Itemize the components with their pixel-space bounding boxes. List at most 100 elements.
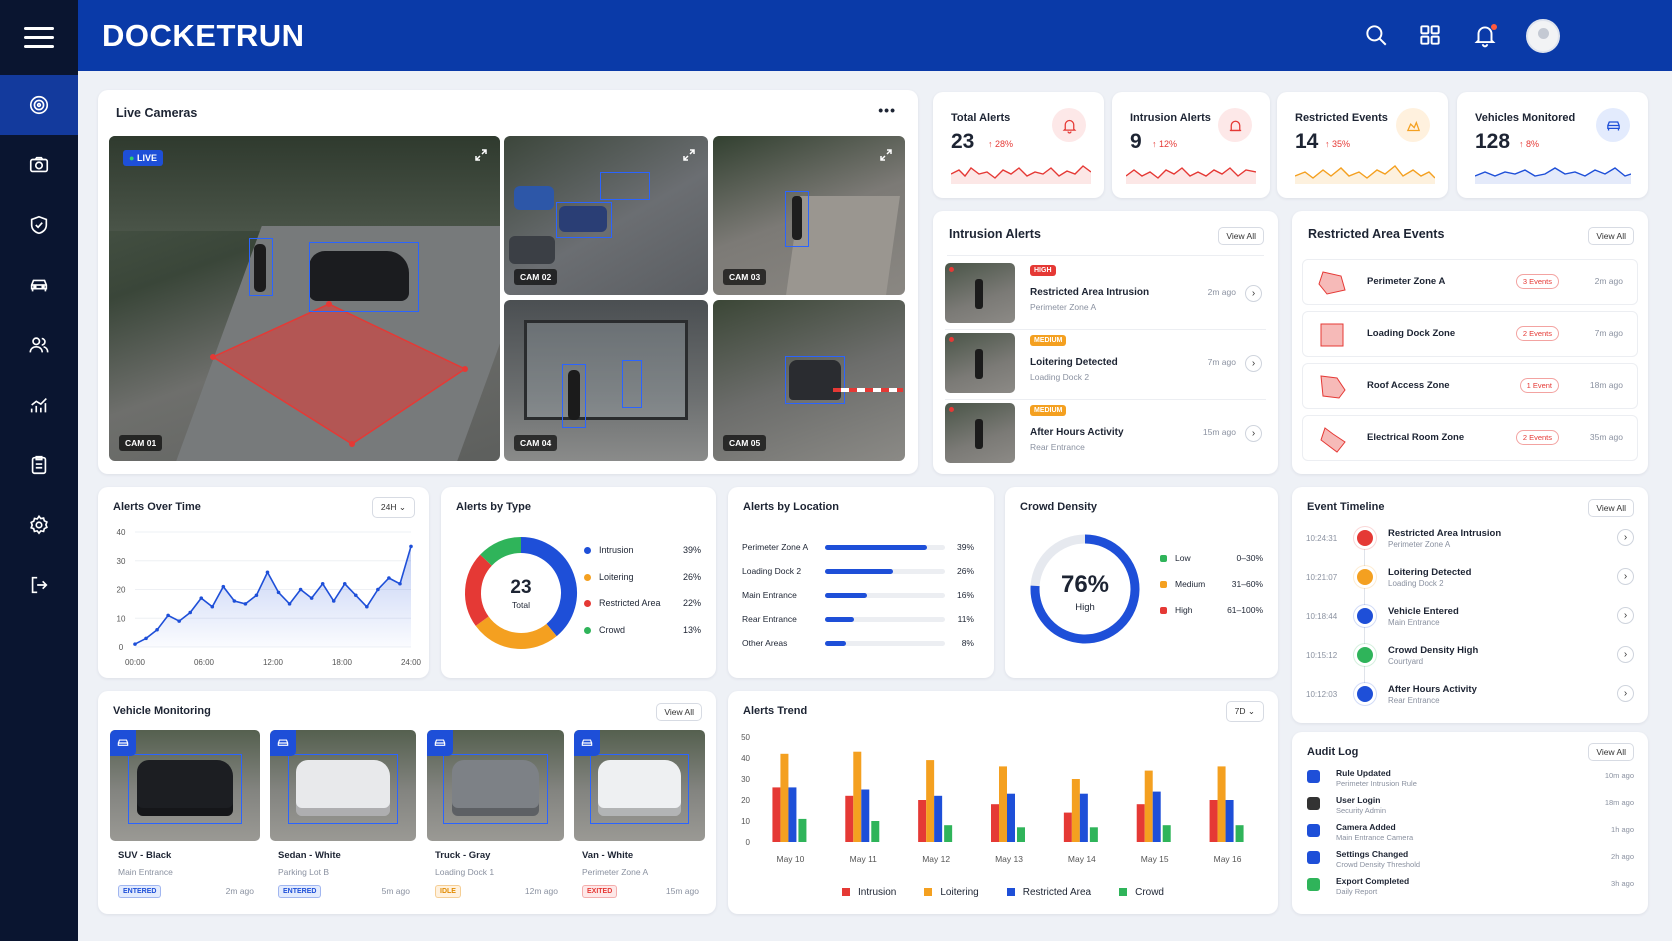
location-percent: 26% — [956, 566, 974, 576]
stat-label: Vehicles Monitored — [1475, 112, 1576, 124]
data-point — [243, 602, 248, 606]
vehicle-item[interactable]: SUV - Black Main Entrance ENTERED 2m ago — [110, 730, 260, 905]
vehicle-item[interactable]: Van - White Perimeter Zone A EXITED 15m ago — [574, 730, 705, 905]
stat-card-intrusion-alerts[interactable]: Intrusion Alerts 9 ↑ 12% — [1112, 92, 1270, 198]
restricted-zone-overlay — [210, 301, 468, 447]
nav-live-monitoring[interactable] — [0, 75, 78, 135]
chart-legend: Intrusion Loitering Restricted Area Crowd — [728, 887, 1278, 898]
chevron-right-icon[interactable]: › — [1617, 529, 1634, 546]
data-point — [376, 587, 380, 592]
vehicle-item[interactable]: Sedan - White Parking Lot B ENTERED 5m ago — [270, 730, 416, 905]
event-location: Main Entrance — [1388, 618, 1440, 627]
camera-feed-cam05[interactable]: CAM 05 — [713, 300, 905, 461]
expand-icon[interactable] — [682, 148, 696, 162]
data-point — [265, 570, 270, 575]
nav-logout[interactable] — [0, 555, 78, 615]
nav-security[interactable] — [0, 195, 78, 255]
nav-vehicles[interactable] — [0, 255, 78, 315]
legend-item: Intrusion 39% — [584, 545, 701, 555]
intrusion-alert-item[interactable]: HIGH Restricted Area Intrusion Perimeter Z… — [945, 263, 1266, 330]
audit-title: Rule Updated — [1336, 768, 1391, 778]
view-all-button[interactable]: View All — [1588, 743, 1634, 761]
settings-icon — [30, 514, 48, 535]
restricted-zone-item[interactable]: Loading Dock Zone 2 Events 7m ago — [1302, 311, 1638, 357]
chevron-right-icon[interactable]: › — [1245, 425, 1262, 442]
x-tick-label: 06:00 — [194, 658, 215, 667]
chevron-right-icon[interactable]: › — [1617, 646, 1634, 663]
camera-feed-cam03[interactable]: CAM 03 — [713, 136, 905, 295]
restricted-zone-item[interactable]: Electrical Room Zone 2 Events 35m ago — [1302, 415, 1638, 461]
data-point — [177, 619, 181, 623]
vehicle-time: 5m ago — [381, 886, 410, 896]
nav-analytics[interactable] — [0, 375, 78, 435]
vehicle-monitoring-card: Vehicle Monitoring View All SUV - Black M… — [98, 691, 716, 914]
person-shape — [975, 279, 983, 309]
stat-change: ↑ 35% — [1325, 139, 1351, 149]
apps-button[interactable] — [1417, 22, 1443, 48]
search-button[interactable] — [1363, 22, 1389, 48]
event-location: Perimeter Zone A — [1388, 540, 1451, 549]
chevron-right-icon[interactable]: › — [1245, 285, 1262, 302]
car-shape — [509, 236, 555, 264]
notifications-button[interactable] — [1472, 22, 1498, 48]
barrier-gate — [833, 388, 903, 392]
expand-icon[interactable] — [474, 148, 488, 162]
avatar[interactable] — [1526, 19, 1560, 53]
vehicle-item[interactable]: Truck - Gray Loading Dock 1 IDLE 12m ago — [427, 730, 564, 905]
event-time: 10:21:07 — [1306, 573, 1338, 582]
sidebar — [0, 0, 78, 941]
location-label: Perimeter Zone A — [742, 542, 809, 552]
live-badge: ● LIVE — [123, 150, 163, 166]
more-options-icon[interactable]: ••• — [878, 102, 896, 118]
alerts-by-location-title: Alerts by Location — [743, 501, 839, 513]
camera-feed-cam04[interactable]: CAM 04 — [504, 300, 708, 461]
app-logo[interactable]: DOCKETRUN — [102, 18, 305, 54]
chevron-right-icon[interactable]: › — [1245, 355, 1262, 372]
bar — [1217, 766, 1226, 842]
location-label: Main Entrance — [742, 590, 797, 600]
zone-time: 2m ago — [1594, 276, 1623, 286]
clipboard-icon — [31, 455, 47, 475]
view-all-button[interactable]: View All — [1588, 227, 1634, 245]
intrusion-alert-item[interactable]: MEDIUM After Hours Activity Rear Entrance 1… — [945, 403, 1266, 465]
nav-reports[interactable] — [0, 435, 78, 495]
data-point — [398, 581, 402, 586]
menu-icon[interactable] — [24, 24, 54, 48]
chevron-right-icon[interactable]: › — [1617, 568, 1634, 585]
stat-card-vehicles-monitored[interactable]: Vehicles Monitored 128 ↑ 8% — [1457, 92, 1648, 198]
restricted-zone-item[interactable]: Roof Access Zone 1 Event 18m ago — [1302, 363, 1638, 409]
nav-people[interactable] — [0, 315, 78, 375]
y-tick-label: 40 — [741, 754, 750, 763]
data-point — [409, 544, 413, 549]
nav-cameras[interactable] — [0, 135, 78, 195]
stat-change: ↑ 12% — [1152, 139, 1178, 149]
chevron-right-icon[interactable]: › — [1617, 607, 1634, 624]
live-cameras-card: Live Cameras ••• ● LIVE CAM 01 CAM 02 CA… — [98, 90, 918, 474]
expand-icon[interactable] — [879, 148, 893, 162]
camera-feed-cam02[interactable]: CAM 02 — [504, 136, 708, 295]
intrusion-alert-item[interactable]: MEDIUM Loitering Detected Loading Dock 2 7m… — [945, 333, 1266, 400]
data-point — [254, 593, 259, 598]
stat-card-restricted-events[interactable]: Restricted Events 14 ↑ 35% — [1277, 92, 1448, 198]
events-count-badge: 2 Events — [1515, 326, 1559, 341]
legend-label: Restricted Area — [599, 598, 661, 608]
stat-card-total-alerts[interactable]: Total Alerts 23 ↑ 28% — [933, 92, 1104, 198]
audit-subtitle: Perimeter Intrusion Rule — [1336, 779, 1417, 788]
divider — [947, 255, 1264, 256]
alert-location: Loading Dock 2 — [1030, 372, 1090, 382]
crowd-density-card: Crowd Density 76% High Low 0–30% Medium 31–… — [1005, 487, 1278, 678]
camera-feed-cam01[interactable]: ● LIVE CAM 01 — [109, 136, 500, 461]
divider — [945, 329, 1266, 330]
vehicle-status-badge: ENTERED — [278, 885, 322, 898]
chevron-right-icon[interactable]: › — [1617, 685, 1634, 702]
nav-settings[interactable] — [0, 495, 78, 555]
car-icon — [574, 730, 600, 756]
location-label: Other Areas — [742, 638, 788, 648]
view-all-button[interactable]: View All — [1588, 499, 1634, 517]
event-title: After Hours Activity — [1388, 684, 1477, 695]
restricted-zone-item[interactable]: Perimeter Zone A 3 Events 2m ago — [1302, 259, 1638, 305]
view-all-button[interactable]: View All — [656, 703, 702, 721]
legend-range: 0–30% — [1236, 553, 1263, 563]
person-bounding-box — [785, 191, 809, 247]
view-all-button[interactable]: View All — [1218, 227, 1264, 245]
